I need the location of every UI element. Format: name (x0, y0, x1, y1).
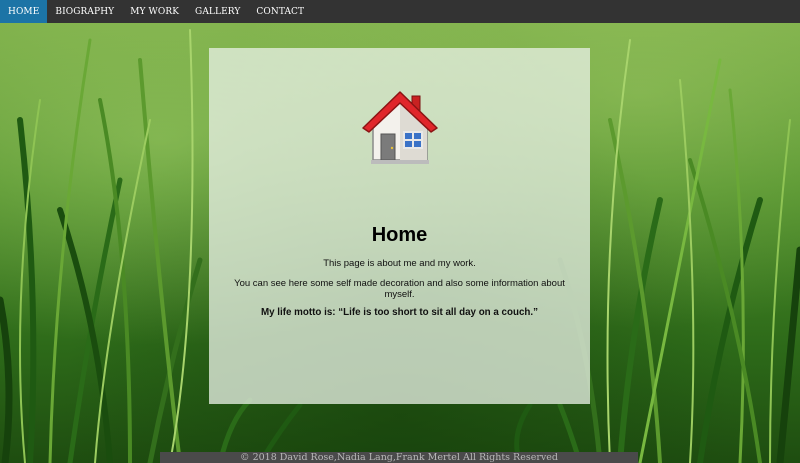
nav-item-my-work[interactable]: MY WORK (122, 0, 187, 23)
description-text: You can see here some self made decorati… (234, 278, 565, 300)
footer: © 2018 David Rose,Nadia Lang,Frank Merte… (160, 452, 638, 463)
content-card: Home This page is about me and my work. … (209, 48, 590, 404)
nav-item-biography[interactable]: BIOGRAPHY (47, 0, 122, 23)
nav-item-home[interactable]: HOME (0, 0, 48, 23)
nav-item-gallery[interactable]: GALLERY (187, 0, 248, 23)
motto-text: My life motto is: “Life is too short to … (260, 307, 539, 318)
nav-item-contact[interactable]: CONTACT (248, 0, 312, 23)
top-navigation: HOME BIOGRAPHY MY WORK GALLERY CONTACT (0, 0, 800, 23)
copyright-text: © 2018 David Rose,Nadia Lang,Frank Merte… (240, 452, 558, 463)
house-icon (359, 86, 441, 168)
intro-text: This page is about me and my work. (323, 258, 476, 269)
page-title: Home (371, 224, 428, 246)
